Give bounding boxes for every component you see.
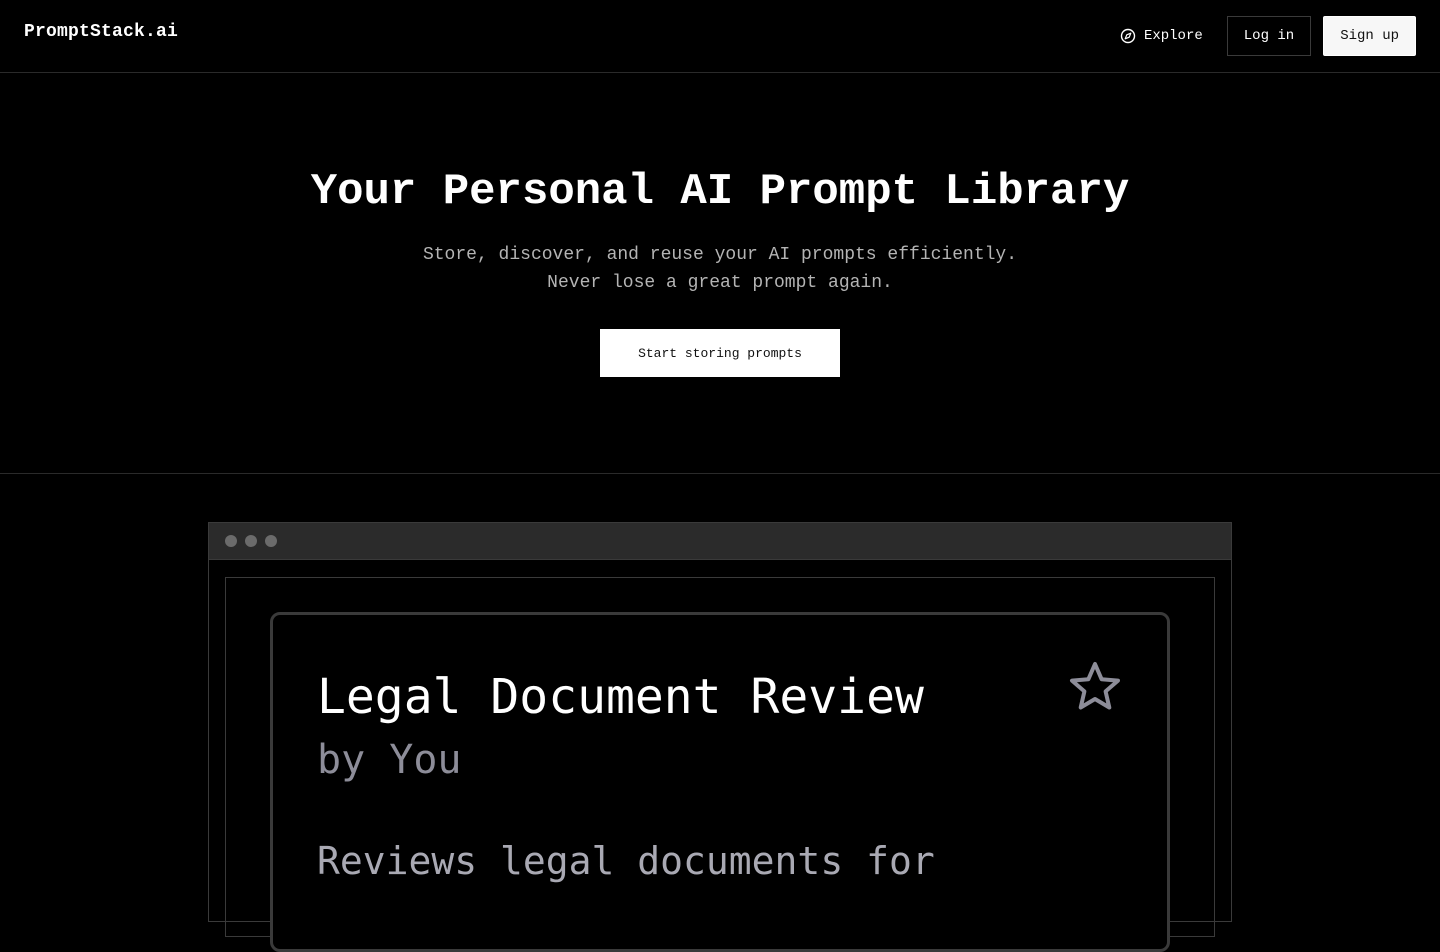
window-dot-2	[245, 535, 257, 547]
logo[interactable]: PromptStack.ai	[24, 22, 178, 42]
explore-label: Explore	[1143, 28, 1203, 44]
login-button[interactable]: Log in	[1226, 16, 1312, 56]
hero-section: Your Personal AI Prompt Library Store, d…	[0, 73, 1440, 474]
app-preview-window: Legal Document Review by You Reviews leg…	[208, 522, 1232, 952]
compass-icon	[1120, 28, 1136, 44]
hero-subtitle-line-2: Never lose a great prompt again.	[547, 273, 893, 293]
window-dot-1	[225, 535, 237, 547]
start-storing-button[interactable]: Start storing prompts	[600, 329, 840, 377]
preview-content: Legal Document Review by You Reviews leg…	[225, 577, 1215, 952]
prompt-card[interactable]: Legal Document Review by You Reviews leg…	[270, 612, 1170, 952]
prompt-card-title: Legal Document Review	[317, 669, 924, 725]
prompt-card-description: Reviews legal documents for	[317, 839, 935, 883]
hero-subtitle: Store, discover, and reuse your AI promp…	[0, 241, 1440, 297]
site-header: PromptStack.ai Explore Log in Sign up	[0, 0, 1440, 73]
explore-link[interactable]: Explore	[1108, 16, 1215, 56]
star-icon[interactable]	[1067, 659, 1123, 715]
window-dot-3	[265, 535, 277, 547]
top-nav: Explore Log in Sign up	[1108, 16, 1416, 56]
prompt-card-author: by You	[317, 737, 462, 783]
hero-title: Your Personal AI Prompt Library	[310, 167, 1130, 217]
signup-button[interactable]: Sign up	[1323, 16, 1416, 56]
hero-subtitle-line-1: Store, discover, and reuse your AI promp…	[422, 245, 1018, 265]
window-titlebar	[209, 523, 1231, 560]
